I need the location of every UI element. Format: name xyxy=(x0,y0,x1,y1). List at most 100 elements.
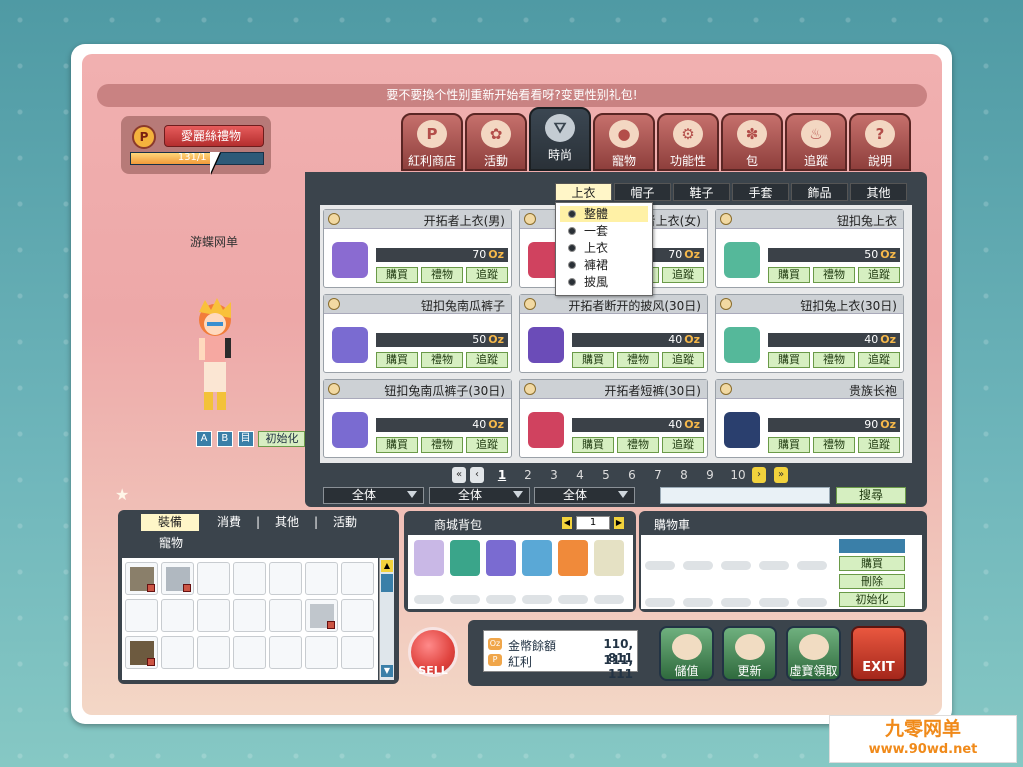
inv-tab-event[interactable]: 活動 xyxy=(327,514,363,531)
subtab-accessories[interactable]: 飾品 xyxy=(791,183,848,201)
tab-help[interactable]: ? 說明 xyxy=(849,113,911,171)
tab-package[interactable]: ✽ 包 xyxy=(721,113,783,171)
track-button[interactable]: 追蹤 xyxy=(662,267,704,283)
inventory-slot[interactable] xyxy=(305,562,338,595)
buy-button[interactable]: 購買 xyxy=(376,267,418,283)
filter-select-3[interactable]: 全体 xyxy=(534,487,635,504)
avatar-reset-button[interactable]: 初始化 xyxy=(258,431,306,447)
cart-reset-button[interactable]: 初始化 xyxy=(839,592,905,607)
cart-delete-button[interactable]: 刪除 xyxy=(839,574,905,589)
gift-button[interactable]: 禮物 xyxy=(617,352,659,368)
track-button[interactable]: 追蹤 xyxy=(858,267,900,283)
virtual-treasure-button[interactable]: 虛寶領取 xyxy=(786,626,841,681)
tab-fashion[interactable]: ⛛ 時尚 xyxy=(529,107,591,171)
dropdown-item-skirt[interactable]: 褲裙 xyxy=(560,257,648,273)
buy-button[interactable]: 購買 xyxy=(572,437,614,453)
track-button[interactable]: 追蹤 xyxy=(858,437,900,453)
inventory-slot[interactable] xyxy=(233,636,266,669)
search-button[interactable]: 搜尋 xyxy=(836,487,906,504)
track-button[interactable]: 追蹤 xyxy=(466,352,508,368)
tab-functional[interactable]: ⚙ 功能性 xyxy=(657,113,719,171)
inventory-slot[interactable] xyxy=(125,599,158,632)
buy-button[interactable]: 購買 xyxy=(768,437,810,453)
bag-item-slot[interactable] xyxy=(522,540,552,576)
bag-item-slot[interactable] xyxy=(450,540,480,576)
avatar-walk-button[interactable]: B xyxy=(216,431,233,447)
buy-button[interactable]: 購買 xyxy=(572,352,614,368)
prev-page-icon[interactable]: ‹ xyxy=(470,467,484,483)
dropdown-item-set[interactable]: 一套 xyxy=(560,223,648,239)
page-7[interactable]: 7 xyxy=(648,466,668,484)
inventory-slot[interactable] xyxy=(161,562,194,595)
exit-button[interactable]: EXIT xyxy=(851,626,906,681)
gift-button[interactable]: 禮物 xyxy=(617,437,659,453)
inv-tab-other[interactable]: 其他 xyxy=(269,514,305,531)
inventory-slot[interactable] xyxy=(305,599,338,632)
next-page-icon[interactable]: › xyxy=(752,467,766,483)
dropdown-item-top[interactable]: 上衣 xyxy=(560,240,648,256)
subtab-hats[interactable]: 帽子 xyxy=(614,183,671,201)
gift-button[interactable]: 禮物 xyxy=(813,267,855,283)
inventory-slot[interactable] xyxy=(125,636,158,669)
track-button[interactable]: 追蹤 xyxy=(858,352,900,368)
dropdown-item-cape[interactable]: 披風 xyxy=(560,274,648,290)
last-page-icon[interactable]: » xyxy=(774,467,788,483)
dropdown-item-all[interactable]: 整體 xyxy=(560,206,648,222)
search-input[interactable] xyxy=(660,487,830,504)
tab-events[interactable]: ✿ 活動 xyxy=(465,113,527,171)
inventory-slot[interactable] xyxy=(197,599,230,632)
avatar-view-button[interactable]: 目 xyxy=(237,431,254,447)
track-button[interactable]: 追蹤 xyxy=(466,437,508,453)
track-button[interactable]: 追蹤 xyxy=(466,267,508,283)
filter-select-2[interactable]: 全体 xyxy=(429,487,530,504)
subtab-gloves[interactable]: 手套 xyxy=(732,183,789,201)
inventory-scrollbar[interactable]: ▲ ▼ xyxy=(379,558,394,680)
scroll-down-icon[interactable]: ▼ xyxy=(381,665,393,677)
track-button[interactable]: 追蹤 xyxy=(662,352,704,368)
page-1[interactable]: 1 xyxy=(492,466,512,484)
filter-select-1[interactable]: 全体 xyxy=(323,487,424,504)
buy-button[interactable]: 購買 xyxy=(376,352,418,368)
inventory-slot[interactable] xyxy=(269,636,302,669)
bag-item-slot[interactable] xyxy=(594,540,624,576)
inventory-slot[interactable] xyxy=(341,599,374,632)
page-9[interactable]: 9 xyxy=(700,466,720,484)
buy-button[interactable]: 購買 xyxy=(768,352,810,368)
inventory-slot[interactable] xyxy=(341,636,374,669)
bag-item-slot[interactable] xyxy=(414,540,444,576)
page-10[interactable]: 10 xyxy=(726,466,750,484)
tab-tracking[interactable]: ♨ 追蹤 xyxy=(785,113,847,171)
page-2[interactable]: 2 xyxy=(518,466,538,484)
bag-item-slot[interactable] xyxy=(558,540,588,576)
buy-button[interactable]: 購買 xyxy=(376,437,418,453)
cart-buy-button[interactable]: 購買 xyxy=(839,556,905,571)
inventory-slot[interactable] xyxy=(269,599,302,632)
avatar-pose-button[interactable]: A xyxy=(196,431,212,447)
first-page-icon[interactable]: « xyxy=(452,467,466,483)
inventory-slot[interactable] xyxy=(197,562,230,595)
inv-tab-pet[interactable]: 寵物 xyxy=(153,535,189,552)
bag-item-slot[interactable] xyxy=(486,540,516,576)
inventory-slot[interactable] xyxy=(269,562,302,595)
gift-button[interactable]: 禮物 xyxy=(813,352,855,368)
inventory-slot[interactable] xyxy=(125,562,158,595)
inventory-slot[interactable] xyxy=(161,599,194,632)
page-4[interactable]: 4 xyxy=(570,466,590,484)
gift-button[interactable]: 禮物 xyxy=(421,267,463,283)
subtab-other[interactable]: 其他 xyxy=(850,183,907,201)
subtab-shoes[interactable]: 鞋子 xyxy=(673,183,730,201)
inventory-slot[interactable] xyxy=(341,562,374,595)
recharge-button[interactable]: 儲值 xyxy=(659,626,714,681)
page-6[interactable]: 6 xyxy=(622,466,642,484)
tab-bonus-shop[interactable]: P 紅利商店 xyxy=(401,113,463,171)
inventory-slot[interactable] xyxy=(161,636,194,669)
scroll-up-icon[interactable]: ▲ xyxy=(381,560,393,572)
inventory-slot[interactable] xyxy=(233,562,266,595)
inventory-slot[interactable] xyxy=(197,636,230,669)
bag-prev-icon[interactable]: ◀ xyxy=(562,517,572,529)
subtab-tops[interactable]: 上衣 xyxy=(555,183,612,201)
gift-button[interactable]: 禮物 xyxy=(813,437,855,453)
inv-tab-consume[interactable]: 消費 xyxy=(211,514,247,531)
inventory-slot[interactable] xyxy=(305,636,338,669)
page-8[interactable]: 8 xyxy=(674,466,694,484)
